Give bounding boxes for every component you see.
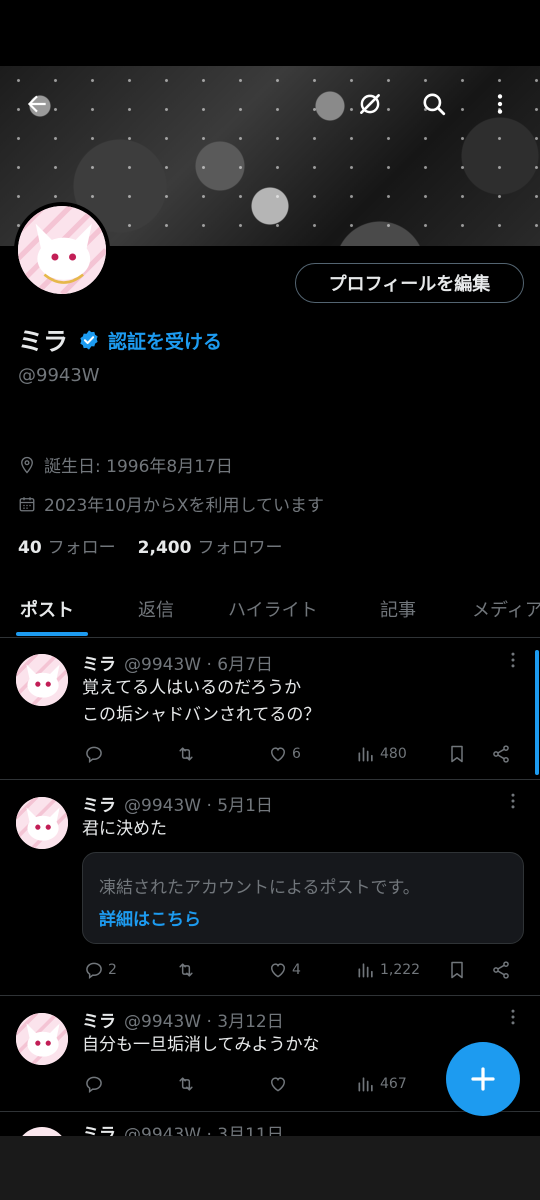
post-header: ミラ @9943W · 3月12日 — [82, 1007, 284, 1032]
follow-stats: 40 フォロー 2,400 フォロワー — [18, 533, 282, 558]
post-text: 自分も一旦垢消してみようかな — [82, 1035, 320, 1055]
post-more-icon[interactable] — [503, 650, 523, 670]
reply-icon — [86, 746, 102, 764]
birthday-text: 誕生日: 1996年8月17日 — [44, 457, 233, 477]
views-icon — [358, 963, 373, 978]
joined-text: 2023年10月からXを利用しています — [44, 496, 325, 516]
profile-handle: @9943W — [18, 365, 100, 386]
post-author[interactable]: ミラ — [82, 650, 116, 675]
reply-icon — [86, 962, 102, 980]
profile-tabs: ポスト 返信 ハイライト 記事 メディア — [0, 580, 540, 638]
views-count: 480 — [380, 746, 407, 762]
post-meta: @9943W · 3月12日 — [124, 1012, 284, 1032]
post-avatar[interactable] — [16, 1127, 68, 1136]
post-avatar[interactable] — [16, 797, 68, 849]
profile-name-row: ミラ 認証を受ける — [18, 322, 222, 358]
views-icon — [358, 1077, 373, 1092]
birthday-row: 誕生日: 1996年8月17日 — [18, 452, 233, 477]
learn-more-link[interactable]: 詳細はこちら — [99, 905, 201, 930]
heart-icon — [270, 1077, 286, 1092]
post-author[interactable]: ミラ — [82, 1007, 116, 1032]
share-action[interactable] — [491, 744, 511, 764]
post-text: 覚えてる人はいるのだろうか この垢シャドバンされてるの？ — [82, 678, 321, 725]
more-options-icon[interactable] — [480, 84, 520, 124]
post-meta: @9943W · 5月1日 — [124, 796, 273, 816]
location-pin-icon — [21, 456, 33, 474]
post-header: ミラ @9943W · 3月11日 — [82, 1120, 284, 1136]
share-action[interactable] — [491, 960, 511, 980]
heart-icon — [270, 747, 286, 762]
like-action[interactable]: 6 — [268, 744, 301, 764]
post-meta: @9943W · 6月7日 — [124, 655, 273, 675]
profile-name: ミラ — [18, 327, 69, 356]
post-text: 君に決めた — [82, 819, 167, 839]
following-count[interactable]: 40 — [18, 538, 42, 558]
post-meta: @9943W · 3月11日 — [124, 1125, 284, 1136]
repost-action[interactable] — [176, 744, 200, 764]
quoted-post-unavailable: 凍結されたアカウントによるポストです。 詳細はこちら — [82, 852, 524, 944]
repost-icon — [179, 963, 193, 977]
followers-label[interactable]: フォロワー — [197, 533, 282, 558]
navigation-bar — [0, 1136, 540, 1200]
views-action[interactable]: 467 — [356, 1074, 407, 1094]
views-count: 1,222 — [380, 962, 421, 978]
grok-icon[interactable] — [350, 84, 390, 124]
tab-posts[interactable]: ポスト — [20, 596, 74, 622]
plus-icon — [471, 1067, 495, 1091]
tab-highlights[interactable]: ハイライト — [228, 596, 318, 622]
share-icon — [493, 745, 509, 763]
repost-action[interactable] — [176, 1074, 200, 1094]
following-label[interactable]: フォロー — [48, 533, 116, 558]
followers-count[interactable]: 2,400 — [138, 538, 192, 558]
post-item[interactable]: ミラ @9943W · 5月1日 君に決めた 凍結されたアカウントによるポストで… — [0, 781, 540, 996]
post-avatar[interactable] — [16, 654, 68, 706]
bookmark-icon — [451, 961, 463, 979]
reply-count: 2 — [108, 962, 117, 978]
share-icon — [493, 961, 509, 979]
calendar-icon — [19, 496, 35, 511]
post-author[interactable]: ミラ — [82, 791, 116, 816]
edit-profile-button[interactable]: プロフィールを編集 — [295, 263, 524, 303]
joined-row: 2023年10月からXを利用しています — [18, 491, 324, 516]
bookmark-action[interactable] — [447, 960, 467, 980]
status-bar — [0, 0, 540, 66]
post-item[interactable]: ミラ @9943W · 3月11日 — [0, 1113, 540, 1136]
repost-icon — [179, 1077, 193, 1091]
tab-articles[interactable]: 記事 — [380, 596, 416, 622]
post-more-icon[interactable] — [503, 791, 523, 811]
bookmark-icon — [451, 745, 463, 763]
suspended-notice: 凍結されたアカウントによるポストです。 — [99, 878, 420, 898]
bookmark-action[interactable] — [447, 744, 467, 764]
like-count: 4 — [292, 962, 301, 978]
like-count: 6 — [292, 746, 301, 762]
get-verified-link[interactable]: 認証を受ける — [108, 327, 222, 354]
post-header: ミラ @9943W · 5月1日 — [82, 791, 273, 816]
views-action[interactable]: 480 — [356, 744, 407, 764]
repost-icon — [179, 747, 193, 761]
heart-icon — [270, 963, 286, 978]
post-author[interactable]: ミラ — [82, 1120, 116, 1136]
profile-avatar[interactable] — [14, 202, 110, 298]
compose-post-button[interactable] — [446, 1042, 520, 1116]
back-icon[interactable] — [17, 84, 57, 124]
tab-media[interactable]: メディア — [472, 596, 540, 622]
post-avatar[interactable] — [16, 1013, 68, 1065]
post-item[interactable]: ミラ @9943W · 6月7日 覚えてる人はいるのだろうか この垢シャドバンさ… — [0, 640, 540, 780]
views-icon — [358, 747, 373, 762]
active-tab-indicator — [16, 632, 88, 636]
repost-action[interactable] — [176, 960, 200, 980]
tab-replies[interactable]: 返信 — [138, 596, 174, 622]
reply-action[interactable]: 2 — [84, 960, 117, 980]
search-icon[interactable] — [414, 84, 454, 124]
post-more-icon[interactable] — [503, 1007, 523, 1027]
verified-badge-icon[interactable] — [78, 329, 100, 351]
like-action[interactable]: 4 — [268, 960, 301, 980]
views-count: 467 — [380, 1076, 407, 1092]
views-action[interactable]: 1,222 — [356, 960, 420, 980]
reply-action[interactable] — [84, 1074, 108, 1094]
like-action[interactable] — [268, 1074, 292, 1094]
reply-action[interactable] — [84, 744, 108, 764]
post-header: ミラ @9943W · 6月7日 — [82, 650, 273, 675]
reply-icon — [86, 1076, 102, 1094]
